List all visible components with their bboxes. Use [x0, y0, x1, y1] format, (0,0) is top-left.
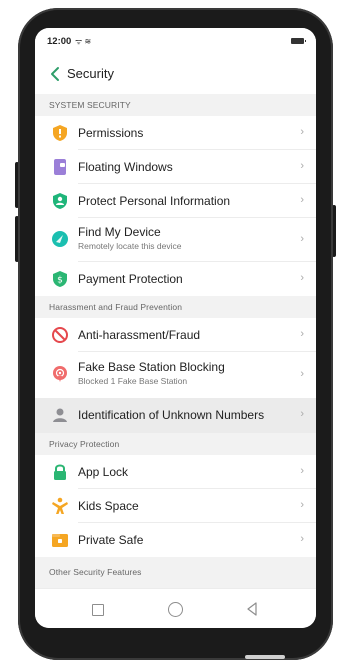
block-icon [52, 327, 68, 343]
chevron-right-icon: › [300, 533, 304, 545]
payment-shield-icon: $ [53, 271, 67, 287]
row-subtitle: Remotely locate this device [78, 241, 182, 251]
recent-apps-icon[interactable] [92, 604, 104, 616]
page-header: Security [35, 54, 316, 94]
section-other: Other Security Features [35, 557, 316, 588]
chevron-right-icon: › [300, 368, 304, 380]
section-label: Other Security Features [49, 567, 142, 577]
kids-icon [52, 497, 68, 514]
page-title: Security [67, 66, 114, 81]
row-label: App Lock [78, 465, 129, 479]
row-kids-space[interactable]: Kids Space › [35, 489, 316, 523]
section-label: Privacy Protection [49, 439, 120, 449]
status-time: 12:00 [47, 36, 72, 47]
chevron-right-icon: › [300, 272, 304, 284]
row-label: Protect Personal Information [78, 194, 231, 208]
row-subtitle: Blocked 1 Fake Base Station [78, 376, 188, 386]
row-label: Anti-harassment/Fraud [78, 328, 201, 342]
back-icon[interactable] [245, 601, 259, 617]
chevron-right-icon: › [300, 126, 304, 138]
row-floating-windows[interactable]: Floating Windows › [35, 150, 316, 184]
find-device-icon [52, 231, 68, 247]
row-label: Floating Windows [78, 160, 173, 174]
shield-permissions-icon [53, 125, 67, 141]
row-private-safe[interactable]: Private Safe › [35, 523, 316, 557]
row-label: Fake Base Station Blocking [78, 360, 225, 374]
section-privacy: Privacy Protection [35, 433, 316, 455]
chevron-right-icon: › [300, 499, 304, 511]
user-shield-icon [53, 193, 67, 209]
row-label: Permissions [78, 126, 144, 140]
row-label: Find My Device [78, 225, 161, 239]
navigation-bar [35, 588, 316, 628]
chevron-right-icon: › [300, 465, 304, 477]
chevron-right-icon: › [300, 160, 304, 172]
back-chevron-icon[interactable] [47, 64, 65, 84]
row-protect-personal-information[interactable]: Protect Personal Information › [35, 184, 316, 218]
row-find-my-device[interactable]: Find My Device Remotely locate this devi… [35, 218, 316, 262]
signal-wifi-icon: ᯤ ≋ [75, 37, 92, 46]
chevron-right-icon: › [300, 194, 304, 206]
section-label: SYSTEM SECURITY [49, 100, 131, 110]
lock-icon [54, 464, 66, 480]
chevron-right-icon: › [300, 408, 304, 420]
safe-icon [52, 534, 68, 547]
chevron-right-icon: › [300, 328, 304, 340]
row-label: Kids Space [78, 499, 139, 513]
section-harassment: Harassment and Fraud Prevention [35, 296, 316, 318]
svg-text:$: $ [57, 276, 63, 286]
row-permissions[interactable]: Permissions › [35, 116, 316, 150]
screen: 12:00 ᯤ ≋ Security SYSTEM SECURITY Permi… [35, 28, 316, 628]
row-app-lock[interactable]: App Lock › [35, 455, 316, 489]
row-label: Payment Protection [78, 272, 183, 286]
status-bar: 12:00 ᯤ ≋ [35, 28, 316, 54]
row-anti-harassment[interactable]: Anti-harassment/Fraud › [35, 318, 316, 352]
battery-icon [291, 38, 306, 44]
home-icon[interactable] [168, 602, 183, 617]
section-label: Harassment and Fraud Prevention [49, 302, 183, 312]
row-identification-unknown-numbers[interactable]: Identification of Unknown Numbers › [35, 398, 316, 433]
row-fake-base-station-blocking[interactable]: Fake Base Station Blocking Blocked 1 Fak… [35, 352, 316, 398]
row-label: Private Safe [78, 533, 144, 547]
floating-windows-icon [54, 159, 66, 175]
section-system-security: SYSTEM SECURITY [35, 94, 316, 116]
row-payment-protection[interactable]: $ Payment Protection › [35, 262, 316, 296]
unknown-caller-icon [53, 408, 67, 422]
row-label: Identification of Unknown Numbers [78, 408, 265, 422]
home-indicator [245, 655, 285, 659]
chevron-right-icon: › [300, 233, 304, 245]
base-station-icon [53, 366, 67, 382]
